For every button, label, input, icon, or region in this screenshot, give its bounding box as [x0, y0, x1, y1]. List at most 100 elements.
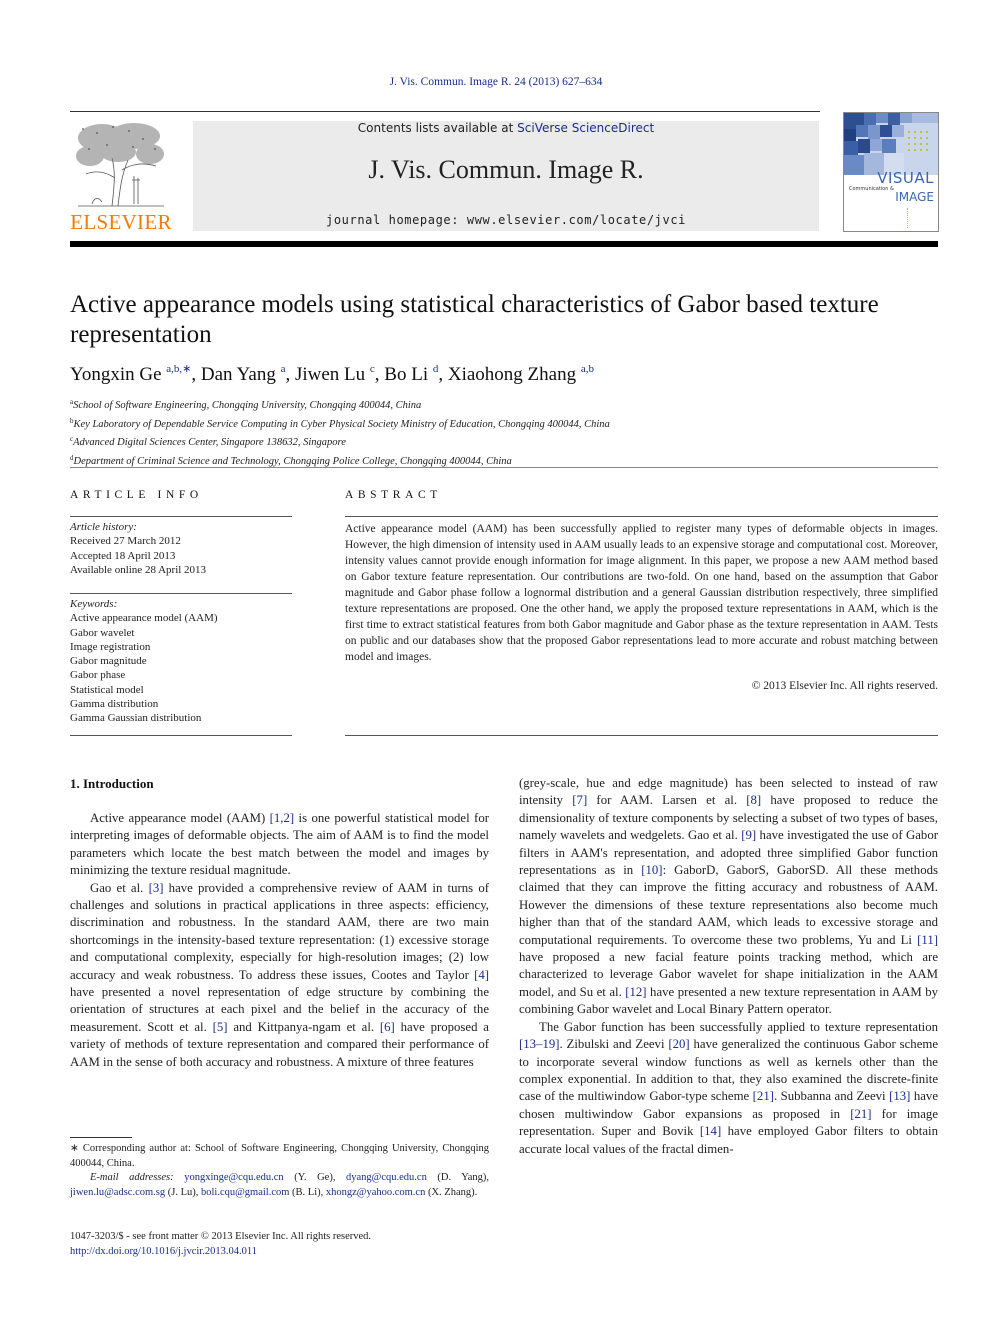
affiliation-list: aSchool of Software Engineering, Chongqi… [70, 395, 610, 469]
keywords: Keywords: Active appearance model (AAM) G… [70, 597, 218, 726]
citation-link[interactable]: [1,2] [270, 811, 295, 825]
body-paragraph: Active appearance model (AAM) [1,2] is o… [70, 811, 489, 878]
email-link[interactable]: dyang@cqu.edu.cn [346, 1172, 427, 1183]
elsevier-tree-icon [76, 123, 164, 207]
article-history: Article history: Received 27 March 2012 A… [70, 520, 206, 577]
article-history-list: Received 27 March 2012 Accepted 18 April … [70, 534, 206, 577]
author-name: Xiaohong Zhang [447, 364, 577, 385]
elsevier-logo[interactable]: ELSEVIER [70, 118, 172, 234]
email-label: E-mail addresses: [90, 1172, 174, 1183]
doi-link[interactable]: http://dx.doi.org/10.1016/j.jvcir.2013.0… [70, 1246, 257, 1257]
body-paragraph: The Gabor function has been successfully… [519, 1019, 939, 1156]
citation-link[interactable]: [3] [149, 881, 164, 895]
running-head[interactable]: J. Vis. Commun. Image R. 24 (2013) 627–6… [0, 76, 992, 88]
article-info-rule [70, 735, 292, 736]
article-history-label: Article history: [70, 521, 137, 533]
front-matter: 1047-3203/$ - see front matter © 2013 El… [70, 1230, 371, 1259]
masthead-top-rule [70, 111, 820, 112]
citation-link[interactable]: [8] [746, 793, 761, 807]
contents-line: Contents lists available at SciVerse Sci… [193, 121, 819, 135]
contents-prefix: Contents lists available at [357, 121, 518, 135]
body-paragraph: (grey-scale, hue and edge magnitude) has… [519, 776, 938, 1017]
author-name: Jiwen Lu [294, 364, 366, 385]
email-link[interactable]: yongxinge@cqu.edu.cn [184, 1172, 283, 1183]
journal-cover-thumbnail[interactable]: VISUAL Communication & IMAGE [843, 112, 939, 232]
email-link[interactable]: xhongz@yahoo.com.cn [326, 1187, 425, 1198]
author-affiliation-marker[interactable]: a,b [581, 363, 594, 375]
author-affiliation-marker[interactable]: a,b,∗ [166, 363, 191, 375]
citation-link[interactable]: [6] [380, 1020, 395, 1034]
keyword-item: Active appearance model (AAM) [70, 612, 218, 625]
citation-link[interactable]: [4] [474, 968, 489, 982]
section-divider [70, 467, 938, 468]
cover-subtitle: Communication & [849, 186, 894, 192]
abstract-heading: ABSTRACT [345, 489, 442, 501]
cover-mosaic-image [844, 113, 938, 175]
sciencedirect-link[interactable]: SciVerse ScienceDirect [517, 121, 654, 135]
citation-link[interactable]: [11] [917, 933, 938, 947]
affiliation-text: School of Software Engineering, Chongqin… [73, 400, 422, 411]
citation-link[interactable]: [12] [625, 985, 646, 999]
affiliation-text: Department of Criminal Science and Techn… [73, 455, 512, 467]
history-item: Accepted 18 April 2013 [70, 549, 176, 562]
paper-title: Active appearance models using statistic… [70, 291, 879, 348]
citation-link[interactable]: [5] [213, 1020, 228, 1034]
citation-link[interactable]: [14] [700, 1124, 721, 1138]
author-name: Yongxin Ge [70, 364, 162, 385]
email-addresses: E-mail addresses: yongxinge@cqu.edu.cn (… [70, 1172, 490, 1198]
citation-link[interactable]: [20] [668, 1037, 689, 1051]
author-name: Bo Li [384, 364, 429, 385]
journal-name: J. Vis. Commun. Image R. [368, 155, 644, 184]
body-column-right: (grey-scale, hue and edge magnitude) has… [519, 775, 938, 1158]
keywords-label: Keywords: [70, 598, 118, 610]
keyword-item: Gabor wavelet [70, 626, 135, 639]
cover-title-image: IMAGE [895, 190, 934, 204]
cover-title-visual: VISUAL [877, 169, 934, 187]
article-info-rule [70, 593, 292, 594]
citation-link[interactable]: [10] [641, 863, 662, 877]
journal-homepage-link[interactable]: journal homepage: www.elsevier.com/locat… [193, 213, 819, 227]
body-paragraph: Gao et al. [3] have provided a comprehen… [70, 880, 489, 1069]
affiliation-text: Advanced Digital Sciences Center, Singap… [73, 437, 346, 448]
author-name: Dan Yang [200, 364, 276, 385]
footnotes: ∗ Corresponding author at: School of Sof… [70, 1142, 489, 1200]
author-affiliation-marker[interactable]: a [281, 363, 286, 375]
journal-masthead: Contents lists available at SciVerse Sci… [193, 121, 819, 231]
citation-link[interactable]: [13] [889, 1089, 910, 1103]
corresponding-author-note: ∗ Corresponding author at: School of Sof… [70, 1143, 489, 1169]
email-link[interactable]: boli.cqu@gmail.com [201, 1187, 289, 1198]
elsevier-wordmark: ELSEVIER [70, 210, 172, 234]
citation-link[interactable]: [13–19] [519, 1037, 560, 1051]
abstract-rule [345, 516, 938, 517]
affiliation-item: cAdvanced Digital Sciences Center, Singa… [70, 432, 610, 451]
masthead-bottom-rule [70, 241, 938, 247]
keyword-item: Gabor phase [70, 669, 126, 682]
keyword-item: Gamma distribution [70, 698, 159, 711]
cover-dotted-line [907, 208, 909, 228]
article-info-heading: ARTICLE INFO [70, 489, 203, 501]
history-item: Received 27 March 2012 [70, 535, 181, 548]
citation-link[interactable]: [9] [741, 828, 756, 842]
keyword-item: Statistical model [70, 683, 144, 696]
body-column-left: Active appearance model (AAM) [1,2] is o… [70, 810, 489, 1071]
keyword-item: Gabor magnitude [70, 655, 147, 668]
affiliation-item: bKey Laboratory of Dependable Service Co… [70, 414, 610, 433]
author-affiliation-marker[interactable]: d [433, 363, 439, 375]
abstract-rule [345, 735, 938, 736]
affiliation-text: Key Laboratory of Dependable Service Com… [73, 418, 610, 430]
email-link[interactable]: jiwen.lu@adsc.com.sg [70, 1187, 165, 1198]
footnote-rule [70, 1137, 132, 1138]
citation-link[interactable]: [21] [850, 1107, 871, 1121]
keyword-item: Image registration [70, 640, 151, 653]
article-info-rule [70, 516, 292, 517]
history-item: Available online 28 April 2013 [70, 563, 207, 576]
citation-link[interactable]: [7] [572, 793, 587, 807]
author-list: Yongxin Ge a,b,∗, Dan Yang a, Jiwen Lu c… [70, 363, 594, 385]
section-heading-introduction: 1. Introduction [70, 776, 154, 791]
author-affiliation-marker[interactable]: c [370, 363, 375, 375]
abstract-text: Active appearance model (AAM) has been s… [345, 523, 938, 663]
keyword-list: Active appearance model (AAM) Gabor wavel… [70, 611, 218, 725]
issn-line: 1047-3203/$ - see front matter © 2013 El… [70, 1231, 372, 1242]
citation-link[interactable]: [21] [753, 1089, 774, 1103]
abstract-copyright: © 2013 Elsevier Inc. All rights reserved… [751, 680, 938, 692]
